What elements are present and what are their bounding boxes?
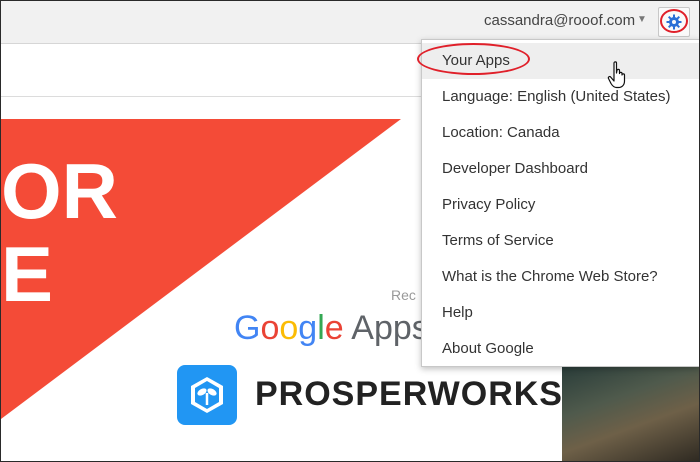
brand-name: PROSPERWORKS — [255, 375, 563, 413]
banner-headline-line1: OR — [1, 147, 118, 235]
google-letter: e — [324, 309, 344, 347]
menu-item-about-google[interactable]: About Google — [422, 331, 699, 367]
top-header: cassandra@rooof.com ▼ — [1, 1, 699, 44]
google-letter: G — [234, 309, 261, 347]
menu-item-help[interactable]: Help — [422, 295, 699, 331]
menu-item-privacy-policy[interactable]: Privacy Policy — [422, 187, 699, 223]
game-thumbnail-image[interactable] — [562, 367, 699, 461]
hand-cursor-icon — [607, 61, 626, 89]
google-apps-logo: Google Apps f — [234, 309, 448, 348]
settings-dropdown-menu: Your Apps Language: English (United Stat… — [421, 39, 699, 367]
menu-item-what-is-chrome-web-store[interactable]: What is the Chrome Web Store? — [422, 259, 699, 295]
menu-item-language[interactable]: Language: English (United States) — [422, 79, 699, 115]
banner-headline-line2: E — [1, 230, 54, 318]
account-email[interactable]: cassandra@rooof.com — [484, 12, 635, 29]
settings-highlight-circle — [660, 9, 688, 33]
account-dropdown-caret-icon[interactable]: ▼ — [637, 14, 647, 25]
google-letter: g — [298, 309, 318, 347]
browser-frame: cassandra@rooof.com ▼ OR E Rec Google Ap… — [0, 0, 700, 462]
menu-item-developer-dashboard[interactable]: Developer Dashboard — [422, 151, 699, 187]
recommended-label: Rec — [391, 287, 416, 303]
google-letter: o — [279, 309, 299, 347]
sprout-cube-icon — [177, 365, 237, 425]
google-letter: l — [317, 309, 325, 347]
menu-item-terms-of-service[interactable]: Terms of Service — [422, 223, 699, 259]
your-apps-highlight-circle — [417, 43, 530, 75]
google-letter: o — [260, 309, 280, 347]
menu-item-location[interactable]: Location: Canada — [422, 115, 699, 151]
